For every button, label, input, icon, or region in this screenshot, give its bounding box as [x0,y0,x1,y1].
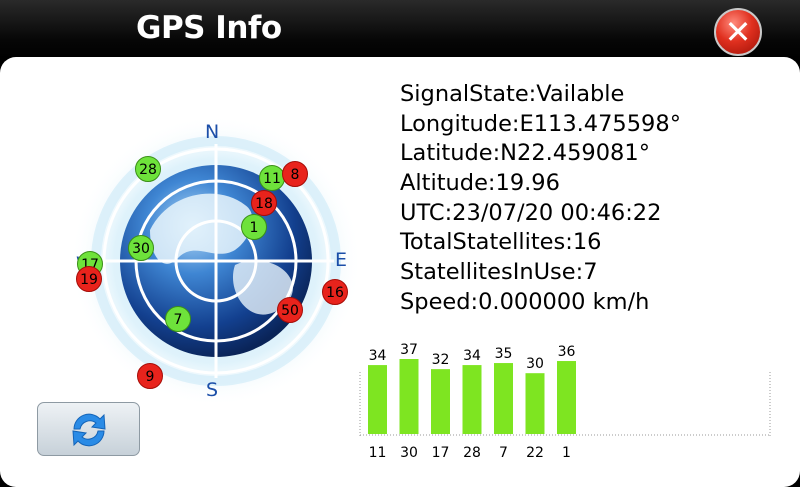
signal-bar-1 [557,361,576,434]
signal-bar-7 [494,363,513,434]
signal-value-label: 34 [369,348,387,364]
satellite-prn-label: 7 [499,445,508,461]
satellite-prn-label: 28 [463,445,481,461]
satellite-prn-label: 22 [526,445,544,461]
satellite-prn-label: 11 [369,445,387,461]
signal-value-label: 34 [463,348,481,364]
signal-bar-28 [462,365,482,434]
refresh-icon [72,413,106,447]
signal-value-label: 30 [526,356,544,372]
satellite-prn-label: 30 [400,445,418,461]
signal-value-label: 37 [400,342,418,358]
signal-bar-22 [525,373,545,434]
signal-bar-11 [368,365,387,434]
signal-bar-30 [399,359,419,434]
satellite-prn-label: 17 [432,445,450,461]
signal-value-label: 32 [432,352,450,368]
satellite-prn-label: 1 [562,445,571,461]
signal-value-label: 36 [558,344,576,360]
refresh-button[interactable] [37,402,140,456]
signal-value-label: 35 [495,346,513,362]
signal-bar-17 [431,369,450,434]
